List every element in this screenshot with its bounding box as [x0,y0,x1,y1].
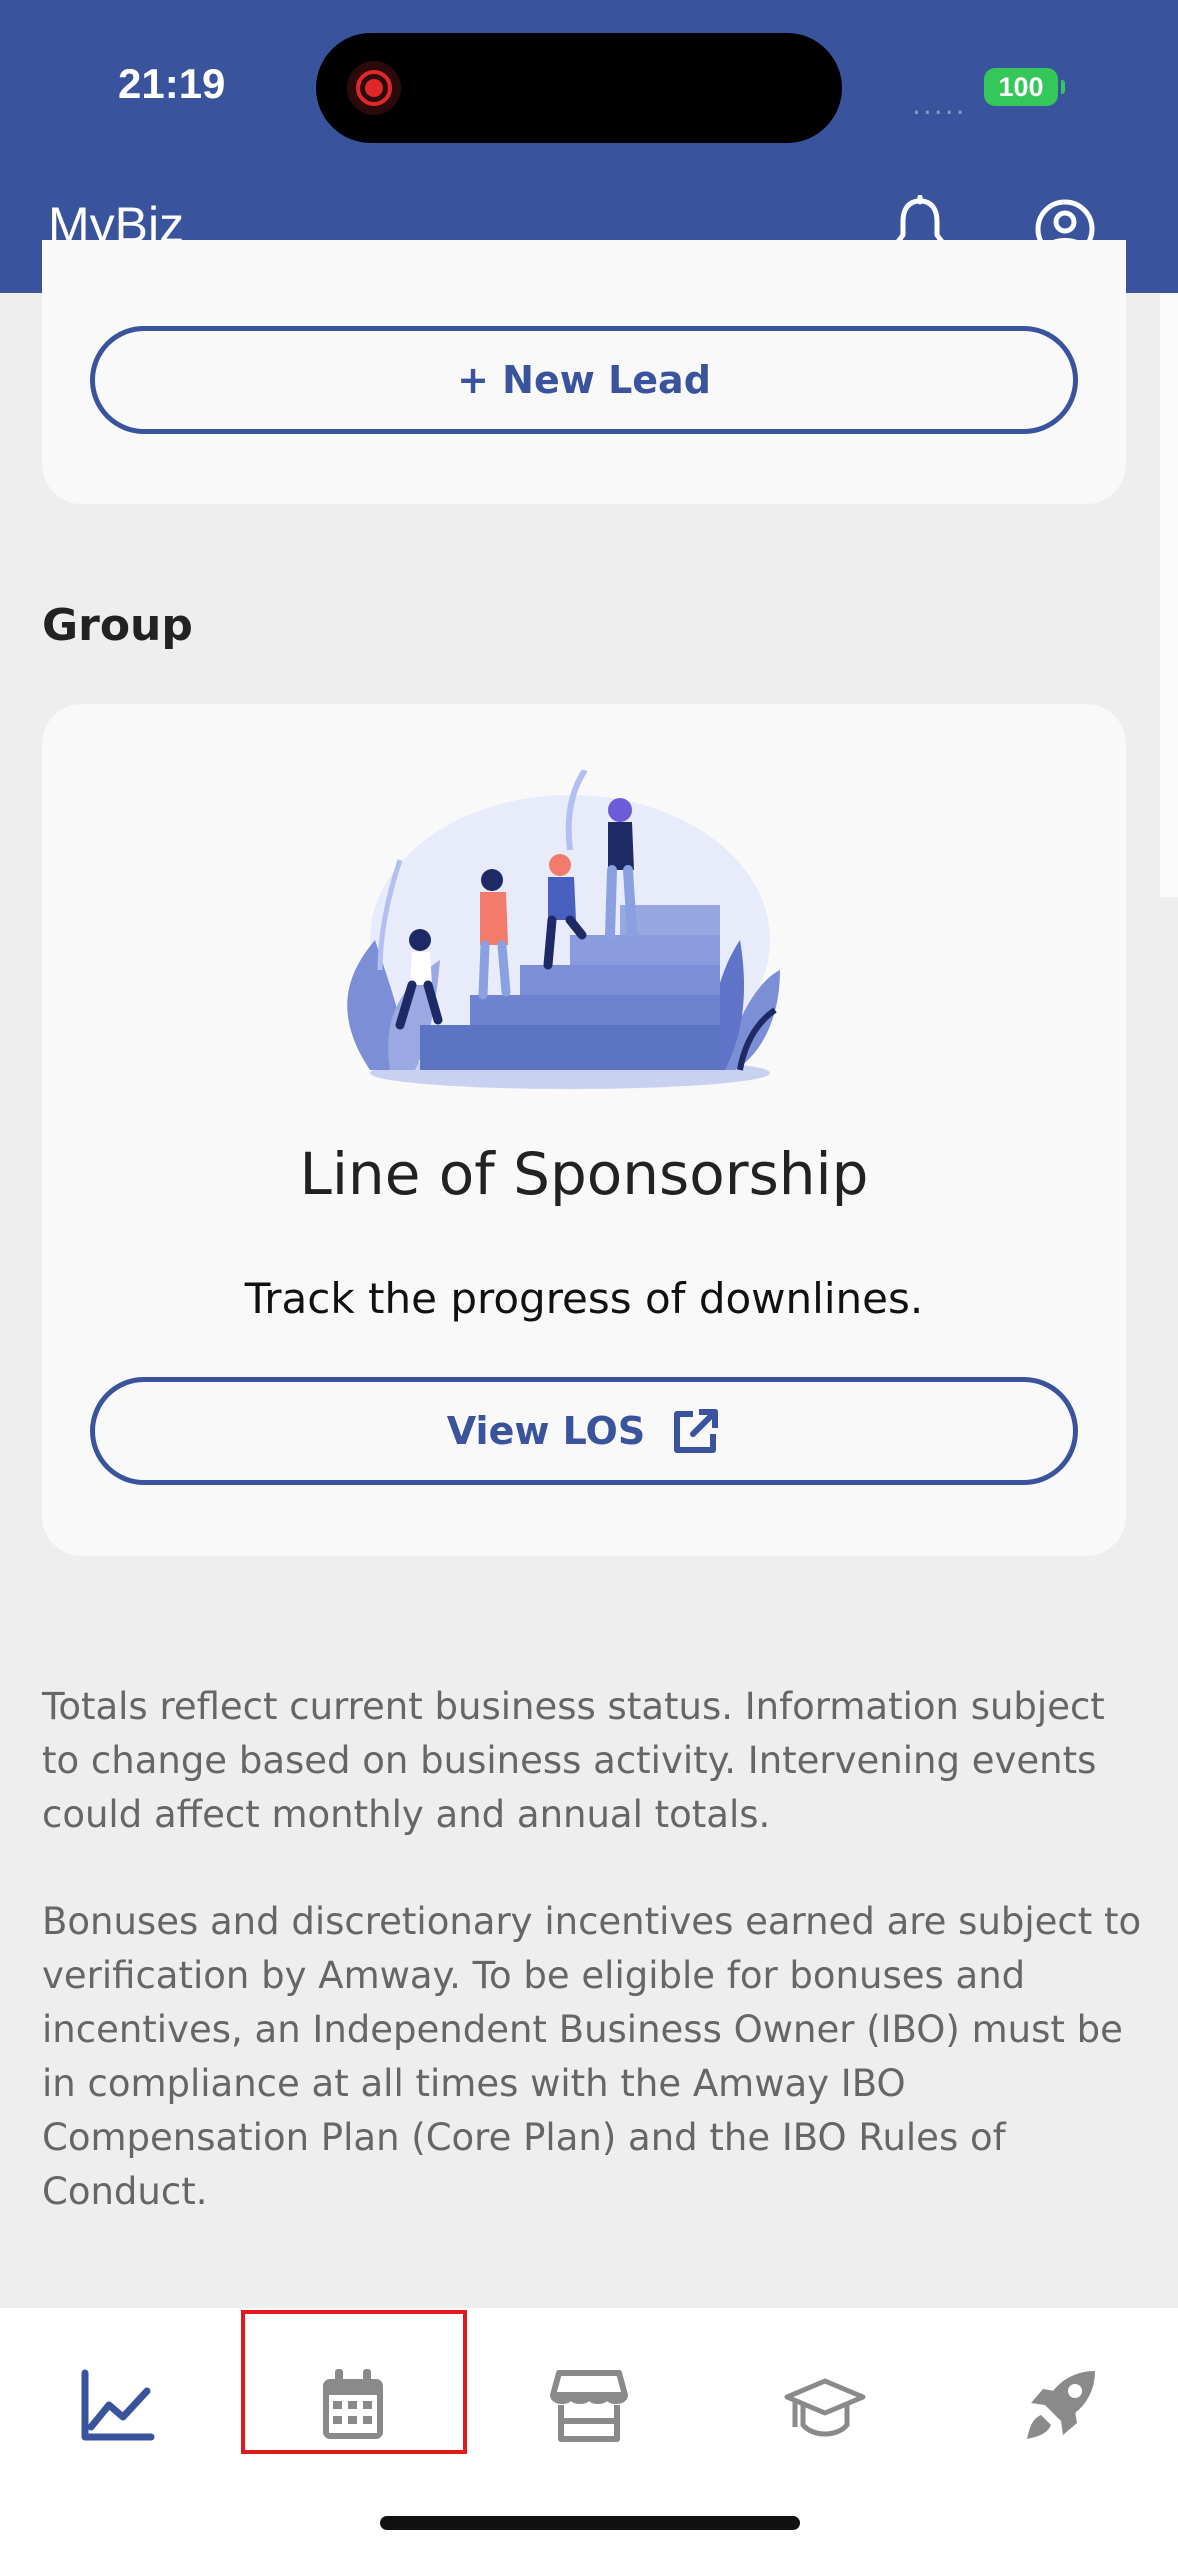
rocket-icon [1027,2371,1095,2439]
recording-indicator-icon [347,61,401,115]
calendar-tab-highlight [241,2310,467,2454]
view-los-label: View LOS [446,1409,646,1453]
chart-line-icon [81,2369,155,2441]
home-indicator[interactable] [380,2516,800,2530]
disclaimer-totals: Totals reflect current business status. … [42,1685,1105,1836]
dynamic-island [316,33,842,143]
team-climbing-stairs-illustration [347,770,780,1089]
graduation-cap-icon [784,2378,866,2437]
los-card-subtitle: Track the progress of downlines. [244,1274,924,1323]
los-card-heading: Line of Sponsorship [299,1140,869,1208]
tab-launch[interactable] [1016,2360,1106,2450]
signal-icon: ..... [912,88,967,121]
tab-store[interactable] [544,2360,634,2450]
new-lead-button[interactable]: + New Lead [90,326,1078,434]
external-link-icon [674,1409,719,1453]
group-section-title: Group [42,600,193,651]
tab-performance[interactable] [72,2360,162,2450]
store-icon [550,2370,628,2442]
disclaimer-bonuses: Bonuses and discretionary incentives ear… [42,1900,1142,2213]
scrollbar-track[interactable] [1160,293,1178,897]
status-time: 21:19 [118,60,226,107]
battery-indicator: 100 [984,68,1065,106]
view-los-button[interactable]: View LOS [90,1377,1078,1485]
tab-education[interactable] [780,2360,870,2450]
